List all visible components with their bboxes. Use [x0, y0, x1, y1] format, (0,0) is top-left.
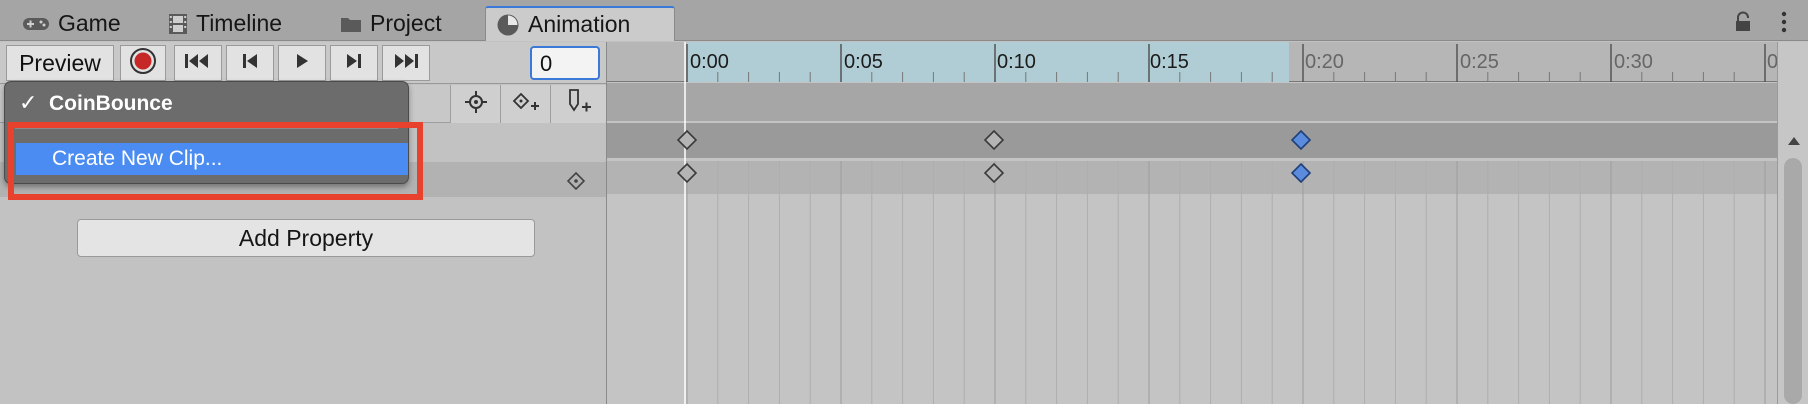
window-tab-bar: Game Timeline Project Animation: [0, 0, 1808, 41]
tab-animation[interactable]: Animation: [485, 6, 675, 41]
clip-dropdown-menu: ✓ CoinBounce Create New Clip...: [4, 81, 409, 184]
menu-separator: [15, 128, 398, 129]
next-keyframe-button[interactable]: [330, 45, 378, 81]
animation-toolbar: Preview 0: [0, 42, 606, 84]
timeline-grid: [676, 42, 1766, 404]
selected-keyframe[interactable]: [1290, 129, 1312, 151]
scroll-up-arrow-icon[interactable]: [1787, 133, 1801, 151]
clip-menu-item-coinbounce[interactable]: CoinBounce: [49, 92, 173, 116]
tab-animation-label: Animation: [528, 11, 631, 37]
clock-icon: [496, 13, 520, 37]
add-property-button[interactable]: Add Property: [77, 219, 535, 257]
frame-number-field[interactable]: 0: [530, 46, 600, 80]
step-forward-icon: [345, 52, 363, 75]
keyframe[interactable]: [676, 129, 698, 151]
keyframe[interactable]: [676, 162, 698, 184]
gamepad-icon: [22, 15, 50, 33]
tab-game[interactable]: Game: [12, 6, 131, 41]
event-add-icon: [564, 88, 594, 121]
tab-project[interactable]: Project: [330, 6, 452, 41]
record-icon: [129, 47, 157, 80]
create-new-clip-menu-item[interactable]: Create New Clip...: [16, 143, 408, 175]
vertical-scrollbar[interactable]: [1777, 42, 1808, 404]
add-keyframe-button[interactable]: [500, 85, 550, 123]
tab-game-label: Game: [58, 10, 121, 36]
dopesheet-timeline[interactable]: 0:00 0:05 0:10 0:15 0:20 0:25 0:30 0: [607, 42, 1777, 404]
record-button[interactable]: [120, 45, 166, 81]
kebab-icon[interactable]: [1780, 11, 1788, 38]
step-back-icon: [241, 52, 259, 75]
keyframe-add-icon: [511, 90, 541, 119]
play-button[interactable]: [278, 45, 326, 81]
lock-icon[interactable]: [1734, 11, 1752, 38]
skip-to-start-icon: [184, 52, 212, 75]
keyframe[interactable]: [983, 129, 1005, 151]
film-icon: [168, 13, 188, 35]
tab-timeline-label: Timeline: [196, 10, 283, 36]
tab-timeline[interactable]: Timeline: [158, 6, 292, 41]
add-event-button[interactable]: [550, 85, 606, 123]
play-icon: [294, 52, 310, 75]
last-keyframe-button[interactable]: [382, 45, 430, 81]
keyframe-toggle-icon[interactable]: [566, 171, 586, 196]
crosshair-icon: [464, 90, 488, 119]
keyframe[interactable]: [983, 162, 1005, 184]
tab-project-label: Project: [370, 10, 442, 36]
previous-keyframe-button[interactable]: [226, 45, 274, 81]
first-keyframe-button[interactable]: [174, 45, 222, 81]
skip-to-end-icon: [392, 52, 420, 75]
scrollbar-thumb[interactable]: [1784, 158, 1802, 404]
folder-icon: [340, 15, 362, 33]
preview-button[interactable]: Preview: [6, 45, 114, 81]
selected-keyframe[interactable]: [1290, 162, 1312, 184]
checkmark-icon: ✓: [19, 90, 38, 115]
keyframe-recording-mode-button[interactable]: [450, 85, 500, 123]
